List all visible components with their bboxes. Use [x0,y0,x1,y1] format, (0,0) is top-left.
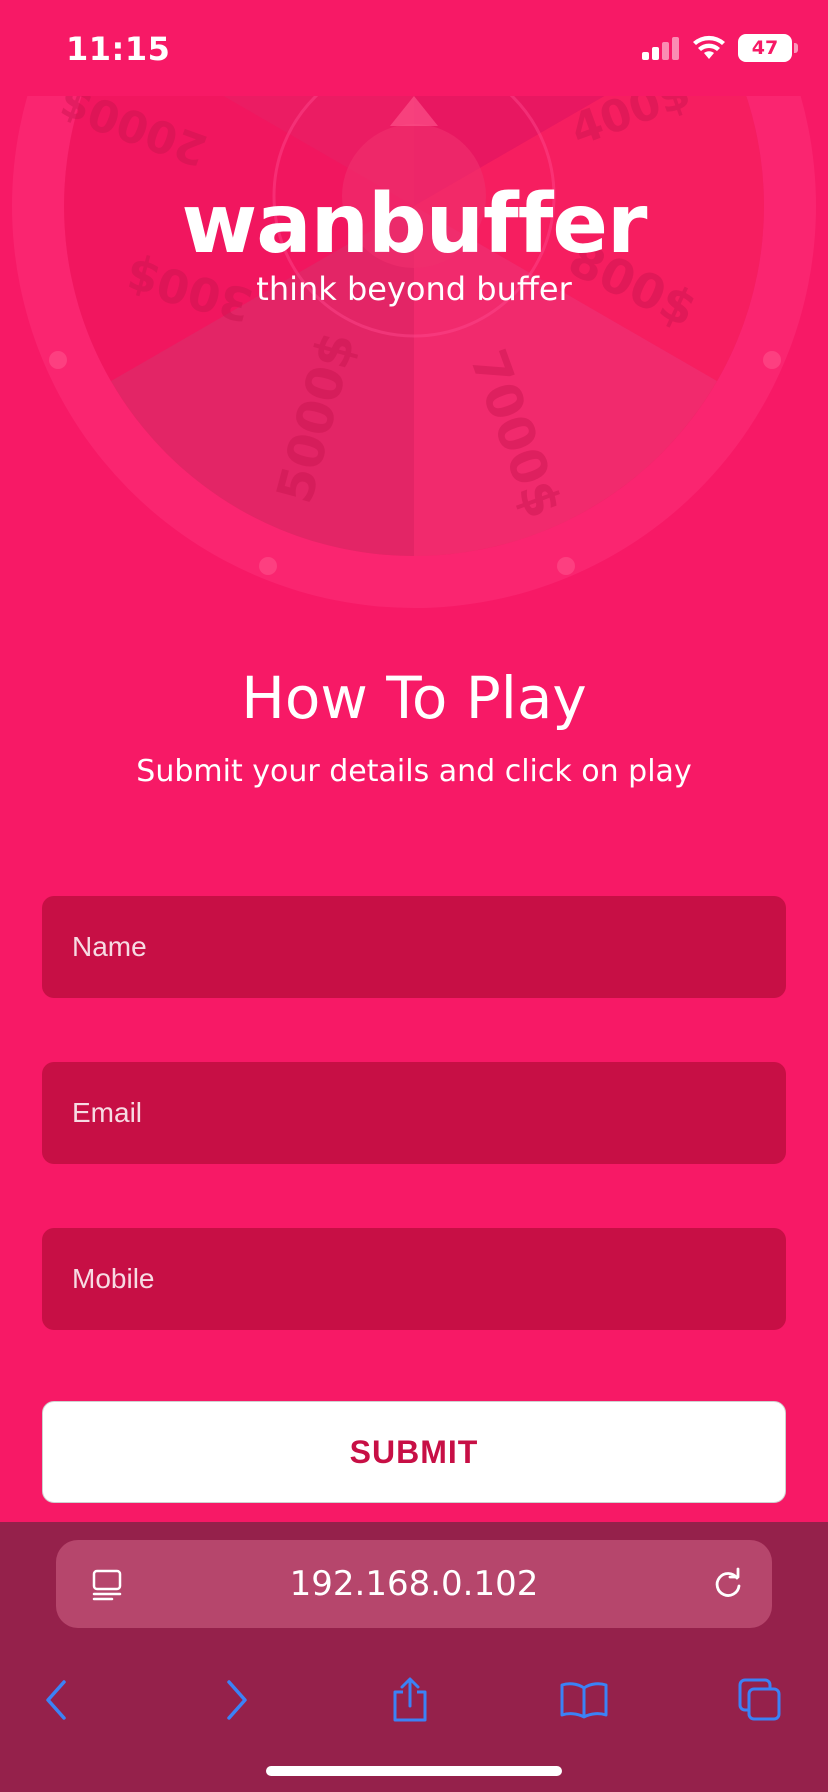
how-to-play-subtitle: Submit your details and click on play [136,754,692,789]
share-button[interactable] [375,1660,445,1740]
status-time: 11:15 [66,30,171,68]
book-icon [560,1682,608,1719]
battery-level: 47 [751,37,779,59]
brand-name: wanbuffer [181,177,648,272]
forward-button[interactable] [201,1660,271,1740]
status-bar: 11:15 47 [0,0,828,96]
hero-banner: 2000$ 400$ 800$ 7000$ 5000$ 300$ wanbuff… [0,96,828,656]
name-input[interactable] [42,896,786,998]
email-input[interactable] [42,1062,786,1164]
chevron-left-icon [46,1680,66,1720]
submit-button[interactable]: SUBMIT [42,1401,786,1503]
how-to-play-title: How To Play [241,664,587,732]
url-text: 192.168.0.102 [289,1564,539,1604]
page-menu-icon[interactable] [90,1568,124,1602]
browser-bottom-bar: 192.168.0.102 [0,1522,828,1792]
tabs-button[interactable] [725,1660,795,1740]
battery-icon: 47 [738,34,798,62]
bookmarks-button[interactable] [549,1660,619,1740]
chevron-right-icon [227,1680,247,1720]
brand-logo: wanbuffer think beyond buffer [0,177,828,309]
wifi-icon [693,35,725,59]
brand-tagline: think beyond buffer [256,270,572,308]
tabs-icon [738,1678,781,1721]
mobile-input[interactable] [42,1228,786,1330]
share-icon [393,1677,427,1722]
status-icons: 47 [642,34,798,62]
cellular-signal-icon [642,37,679,60]
home-indicator[interactable] [266,1766,562,1776]
address-bar[interactable]: 192.168.0.102 [56,1540,772,1628]
back-button[interactable] [22,1660,92,1740]
browser-toolbar [0,1660,828,1740]
reload-icon[interactable] [710,1566,746,1602]
